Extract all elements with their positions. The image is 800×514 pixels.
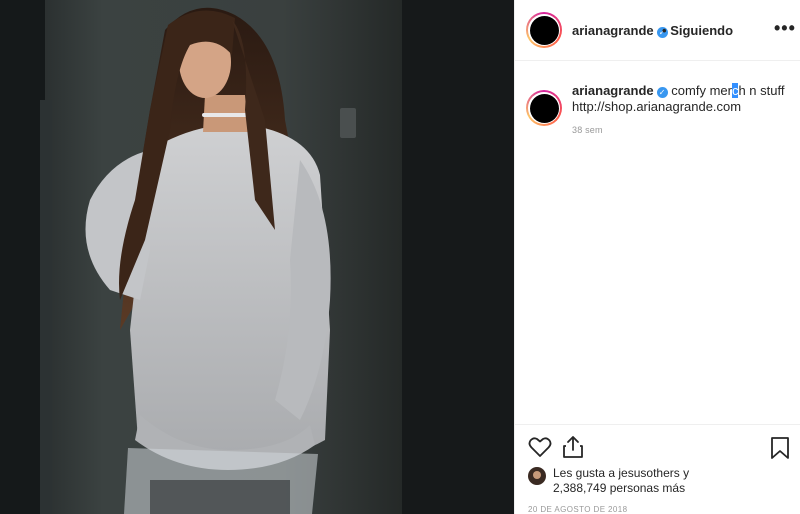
- more-options-icon[interactable]: •••: [774, 18, 796, 39]
- post-image: [0, 0, 514, 514]
- caption-time[interactable]: 38 sem: [572, 125, 603, 135]
- username-text: arianagrande: [572, 23, 654, 38]
- likes-text[interactable]: Les gusta a jesusothers y 2,388,749 pers…: [553, 466, 689, 496]
- caption-text-after: h n stuff: [738, 83, 785, 98]
- likes-line-1: Les gusta a jesusothers y: [553, 466, 690, 480]
- post-header: arianagrande ✓ • Siguiendo •••: [515, 0, 800, 61]
- caption-body: comfy merch n stuff: [671, 83, 784, 98]
- username-link[interactable]: arianagrande ✓: [572, 23, 668, 38]
- post-side-panel: arianagrande ✓ • Siguiendo ••• arianagran…: [514, 0, 800, 514]
- follow-separator: •: [662, 23, 667, 38]
- caption-link[interactable]: http://shop.arianagrande.com: [572, 99, 741, 114]
- avatar[interactable]: [526, 12, 562, 48]
- caption-avatar[interactable]: [526, 90, 562, 126]
- liker-avatar[interactable]: [528, 467, 546, 485]
- follow-button[interactable]: Siguiendo: [670, 23, 733, 38]
- share-icon[interactable]: [562, 435, 584, 464]
- caption-username[interactable]: arianagrande: [572, 83, 654, 98]
- caption-text-before: comfy mer: [671, 83, 732, 98]
- bookmark-icon[interactable]: [770, 436, 790, 465]
- verified-badge-icon: ✓: [656, 87, 668, 98]
- post-photo[interactable]: [0, 0, 514, 514]
- caption-text: arianagrande ✓ comfy merch n stuff http:/…: [572, 83, 792, 115]
- post-date[interactable]: 20 DE AGOSTO DE 2018: [528, 505, 627, 514]
- heart-icon[interactable]: [528, 436, 552, 463]
- post-actions: Les gusta a jesusothers y 2,388,749 pers…: [515, 424, 800, 514]
- likes-line-2: 2,388,749 personas más: [553, 481, 686, 495]
- follow-status[interactable]: • Siguiendo: [662, 23, 733, 38]
